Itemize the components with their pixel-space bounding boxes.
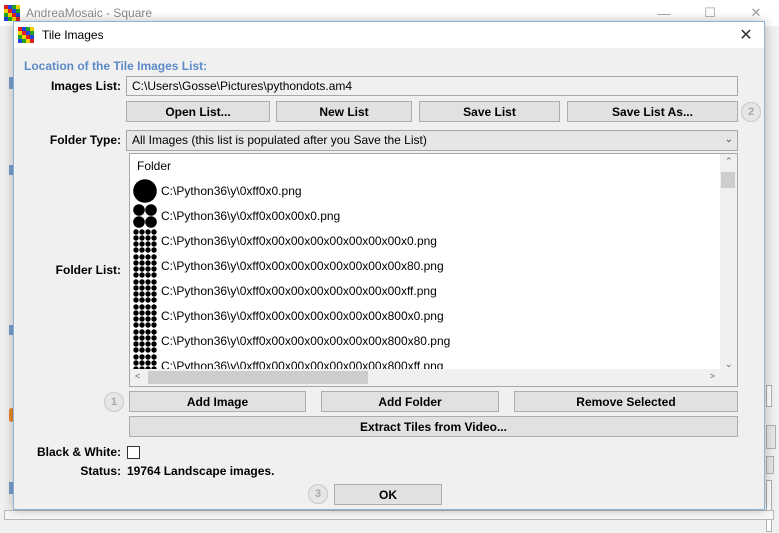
folder-path: C:\Python36\y\0xff0x00x00x00x00x00x00x00… [161,233,437,248]
dot-thumbnail-icon [133,303,157,328]
list-item[interactable]: C:\Python36\y\0xff0x0.png [133,178,302,203]
dialog-title: Tile Images [42,28,104,42]
horizontal-scroll-thumb[interactable] [148,371,368,384]
images-list-field[interactable]: C:\Users\Gosse\Pictures\pythondots.am4 [126,76,738,96]
list-item[interactable]: C:\Python36\y\0xff0x00x00x00x00x00x00x00… [133,278,437,303]
folder-path: C:\Python36\y\0xff0x00x00x00x00x00x00x00… [161,258,444,273]
app-icon [4,5,20,21]
step-two-icon: 2 [741,102,761,122]
background-fragment [766,480,772,532]
remove-selected-button[interactable]: Remove Selected [514,391,738,412]
list-item[interactable]: C:\Python36\y\0xff0x00x00x00x00x00x00x80… [133,303,444,328]
folder-type-select[interactable]: All Images (this list is populated after… [126,130,738,151]
scroll-left-icon[interactable]: < [135,371,140,381]
background-fragment [4,510,774,520]
vertical-scrollbar[interactable]: ⌃ ⌄ [720,154,737,371]
open-list-button[interactable]: Open List... [126,101,270,122]
list-item[interactable]: C:\Python36\y\0xff0x00x00x0.png [133,203,340,228]
background-fragment [766,385,772,407]
folder-type-label: Folder Type: [49,133,121,147]
save-list-button[interactable]: Save List [419,101,560,122]
dialog-titlebar[interactable]: Tile Images ✕ [14,22,764,48]
folder-type-value: All Images (this list is populated after… [132,133,427,147]
status-label: Status: [80,464,121,478]
vertical-scroll-thumb[interactable] [721,172,735,188]
ok-button[interactable]: OK [334,484,442,505]
list-item[interactable]: C:\Python36\y\0xff0x00x00x00x00x00x00x00… [133,228,437,253]
folder-list-header[interactable]: Folder [137,159,171,173]
tile-images-dialog: Tile Images ✕ Location of the Tile Image… [13,21,765,510]
images-list-label: Images List: [50,79,121,93]
background-fragment [766,425,776,449]
add-folder-button[interactable]: Add Folder [321,391,499,412]
list-item[interactable]: C:\Python36\y\0xff0x00x00x00x00x00x00x80… [133,328,450,353]
main-window-title: AndreaMosaic - Square [26,6,153,20]
black-white-checkbox[interactable] [127,446,140,459]
black-white-label: Black & White: [36,445,121,459]
dot-thumbnail-icon [133,328,157,353]
step-one-icon: 1 [104,392,124,412]
dot-thumbnail-icon [133,178,157,203]
chevron-down-icon: ⌄ [724,134,733,145]
app-icon [18,27,34,43]
save-list-as-button[interactable]: Save List As... [567,101,738,122]
close-icon[interactable]: ✕ [732,22,760,48]
extract-tiles-from-video-button[interactable]: Extract Tiles from Video... [129,416,738,437]
folder-list-label: Folder List: [55,263,121,277]
dot-thumbnail-icon [133,203,157,228]
section-title: Location of the Tile Images List: [24,59,208,73]
folder-path: C:\Python36\y\0xff0x0.png [161,183,302,198]
dot-thumbnail-icon [133,278,157,303]
list-item[interactable]: C:\Python36\y\0xff0x00x00x00x00x00x00x00… [133,253,444,278]
step-three-icon: 3 [308,484,328,504]
add-image-button[interactable]: Add Image [129,391,306,412]
folder-path: C:\Python36\y\0xff0x00x00x00x00x00x00x80… [161,308,444,323]
scroll-right-icon[interactable]: > [710,371,715,381]
folder-path: C:\Python36\y\0xff0x00x00x00x00x00x00x00… [161,283,437,298]
scroll-up-icon[interactable]: ⌃ [725,156,733,167]
status-text: 19764 Landscape images. [127,464,275,478]
folder-list[interactable]: Folder C:\Python36\y\0xff0x0.png C:\Pytho… [129,153,738,387]
dot-thumbnail-icon [133,228,157,253]
folder-path: C:\Python36\y\0xff0x00x00x00x00x00x00x80… [161,333,451,348]
scrollbar-corner [720,369,737,386]
folder-path: C:\Python36\y\0xff0x00x00x0.png [161,208,341,223]
new-list-button[interactable]: New List [276,101,412,122]
background-fragment [766,456,774,474]
dot-thumbnail-icon [133,253,157,278]
horizontal-scrollbar[interactable]: < > [130,369,720,386]
